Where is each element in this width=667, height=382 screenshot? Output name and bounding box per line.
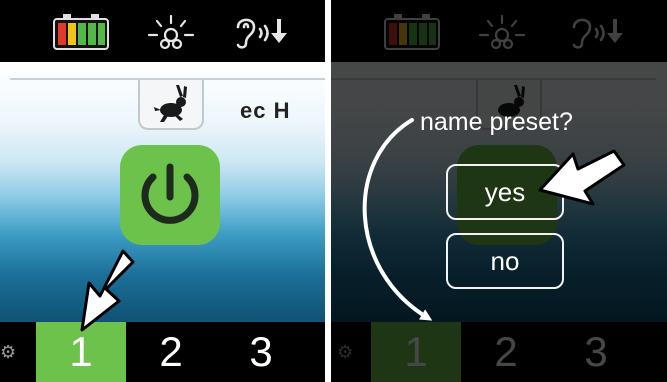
settings-icon[interactable]: ⚙ (0, 322, 20, 382)
preset-2-button[interactable]: 2 (126, 322, 216, 382)
brightness-icon (147, 14, 195, 50)
power-icon (141, 163, 199, 224)
hearing-volume-icon (236, 18, 287, 49)
yes-button[interactable]: yes (446, 164, 564, 220)
no-button[interactable]: no (446, 233, 564, 289)
rabbit-icon (154, 85, 187, 122)
status-bar (0, 0, 325, 62)
left-screen: ec H ⚙ 1 2 3 (0, 0, 325, 382)
mode-label: ec H (240, 98, 291, 123)
mode-tab[interactable] (138, 80, 204, 130)
dialog-title: name preset? (420, 108, 573, 136)
preset-bar: ⚙ 1 2 3 (0, 322, 325, 382)
preset-1-button[interactable]: 1 (36, 322, 126, 382)
preset-3-button[interactable]: 3 (216, 322, 306, 382)
power-button[interactable] (120, 145, 220, 245)
battery-icon (53, 14, 109, 50)
